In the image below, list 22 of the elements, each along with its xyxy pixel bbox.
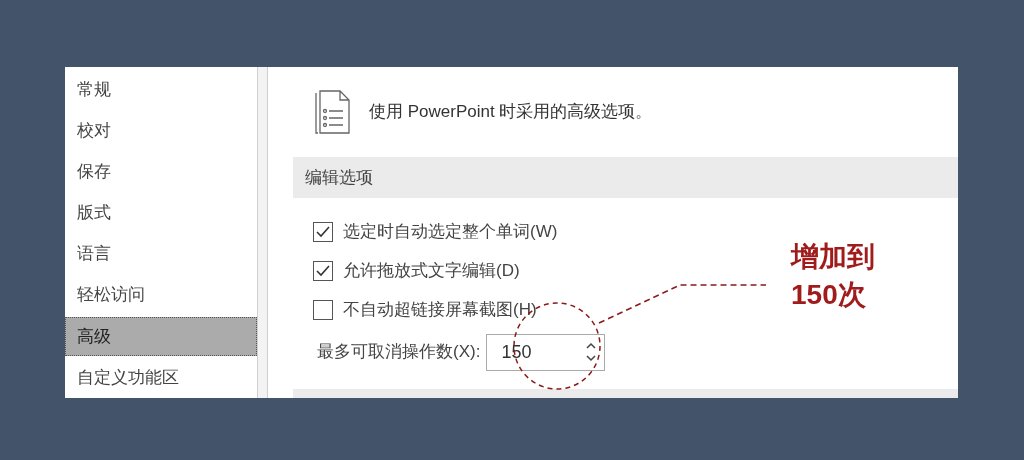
sidebar-item[interactable]: 语言 (65, 234, 257, 274)
annotation-text: 150次 (791, 278, 867, 312)
sidebar-item[interactable]: 保存 (65, 152, 257, 192)
spinner-label: 最多可取消操作数(X): (316, 341, 481, 364)
checkbox[interactable] (313, 221, 333, 242)
sidebar-item[interactable]: 校对 (65, 111, 257, 151)
sidebar-item[interactable]: 高级 (65, 316, 257, 356)
section-header: 编辑选项 (293, 157, 958, 198)
checkbox[interactable] (313, 299, 333, 320)
sidebar-item[interactable]: 版式 (65, 193, 257, 233)
sidebar-item[interactable]: 轻松访问 (65, 275, 257, 315)
checkbox-label: 不自动超链接屏幕截图(H) (343, 298, 537, 321)
number-spinner[interactable]: 150 (486, 333, 606, 371)
sidebar-item[interactable]: 常规 (65, 70, 257, 110)
document-list-icon (313, 89, 351, 135)
up-down-arrows-icon[interactable] (586, 341, 597, 363)
annotation-text: 增加到 (791, 240, 875, 274)
checkbox-label: 允许拖放式文字编辑(D) (343, 259, 520, 282)
checkbox[interactable] (313, 260, 333, 281)
sidebar-item[interactable]: 自定义功能区 (65, 357, 257, 398)
checkbox-label: 选定时自动选定整个单词(W) (343, 220, 558, 243)
panel-description: 使用 PowerPoint 时采用的高级选项。 (369, 101, 653, 124)
